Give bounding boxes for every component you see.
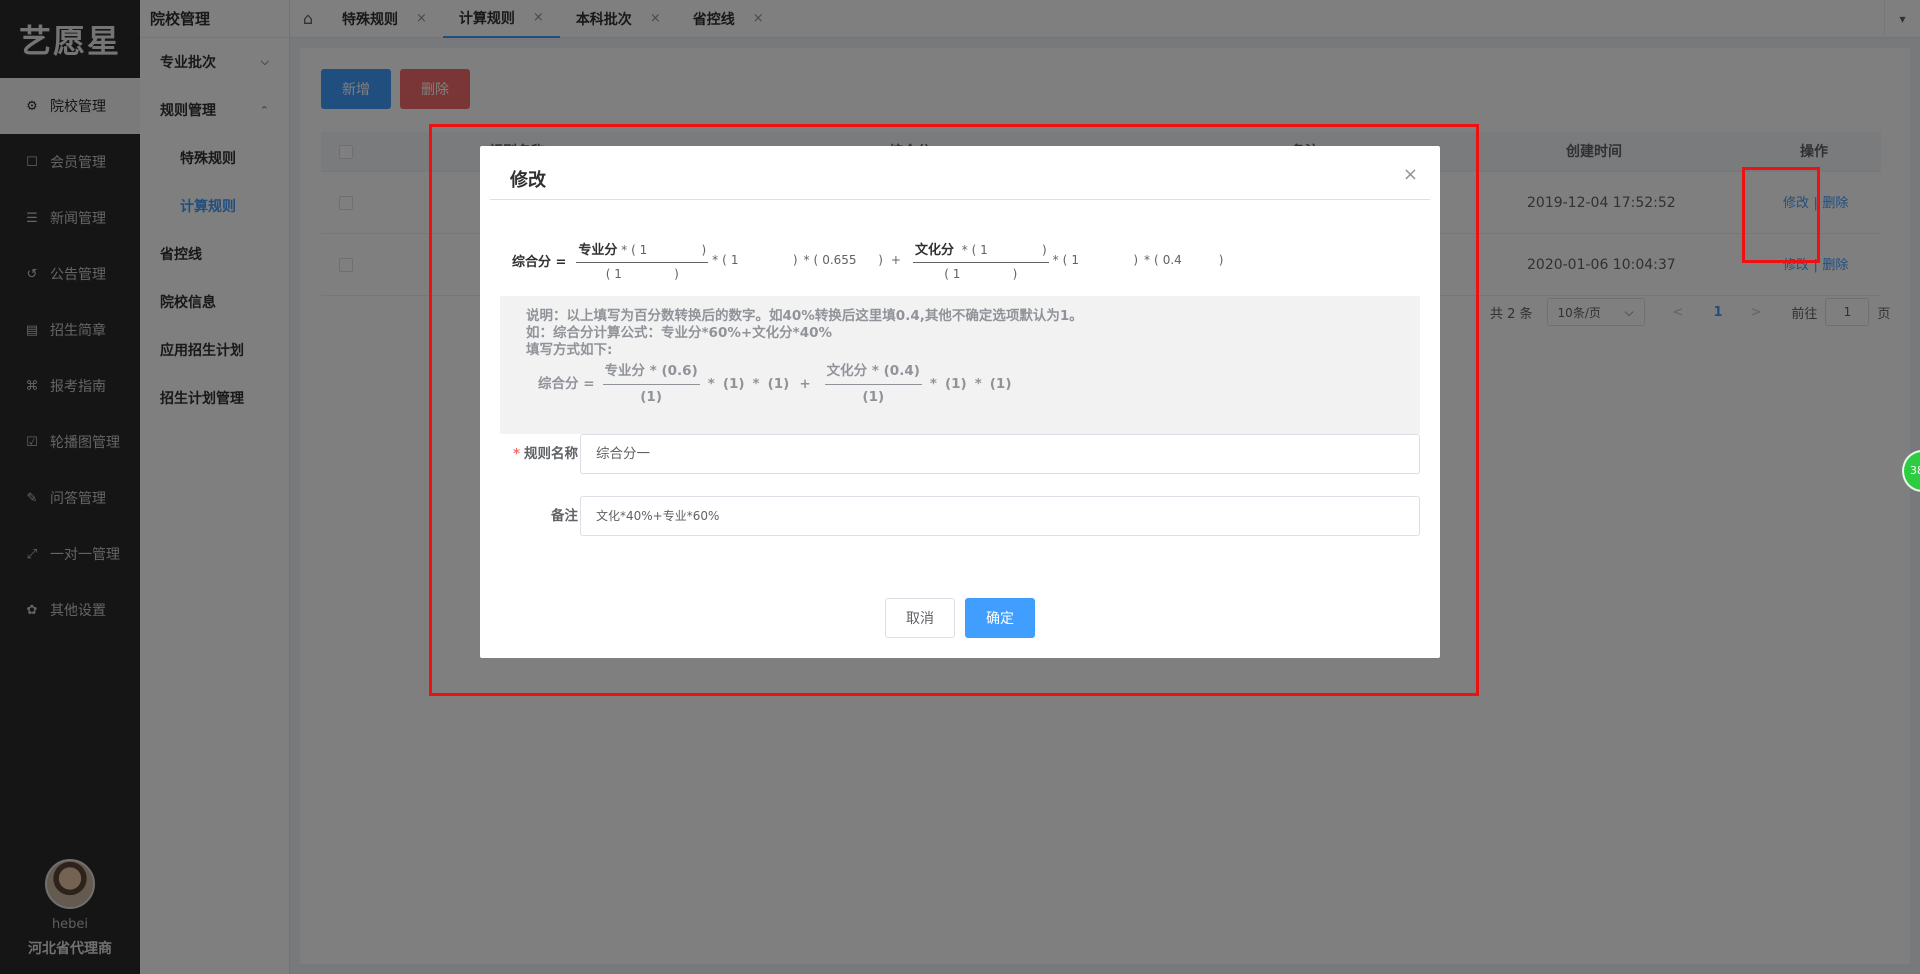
tip-line: 如：综合分计算公式：专业分*60%+文化分*40% [526,325,833,341]
rule-name-label: * 规则名称 [512,446,578,462]
major-coef-input[interactable]: 1 [731,253,793,267]
major-denominator-input[interactable]: 1 [614,267,670,281]
edit-dialog: 修改 × 综合分 = 专业分 * ( 1 ) ( 1 ) * ( 1 ) * (… [480,146,1440,658]
culture-numerator-input[interactable]: 1 [980,243,1038,257]
formula-editor: 综合分 = 专业分 * ( 1 ) ( 1 ) * ( 1 ) * ( 0.65… [512,230,1223,290]
tip-line: 说明：以上填写为百分数转换后的数字。如40%转换后这里填0.4,其他不确定选项默… [526,308,1083,324]
confirm-button[interactable]: 确定 [965,598,1035,638]
annotation-box-actions [1742,167,1820,263]
rule-name-input[interactable]: 综合分一 [580,434,1420,474]
dialog-title: 修改 [510,170,546,191]
culture-denominator-input[interactable]: 1 [953,267,1009,281]
rule-name-row: * 规则名称 综合分一 [500,434,1420,474]
close-icon[interactable]: × [1403,164,1418,185]
cancel-button[interactable]: 取消 [885,598,955,638]
culture-coef-input[interactable]: 1 [1071,253,1133,267]
required-mark: * [512,446,520,462]
instruction-panel: 说明：以上填写为百分数转换后的数字。如40%转换后这里填0.4,其他不确定选项默… [500,296,1420,434]
tip-line: 填写方式如下: [526,342,613,358]
divider [490,199,1430,200]
culture-weight-input[interactable]: 0.4 [1163,253,1219,267]
remark-row: 备注 文化*40%+专业*60% [500,496,1420,536]
culture-fraction: 文化分 * ( 1 ) ( 1 ) [912,239,1049,281]
formula-label: 综合分 = [512,254,567,270]
example-formula: 综合分 = 专业分 * (0.6) (1) * (1) * (1) + 文化分 … [538,363,1012,405]
remark-input[interactable]: 文化*40%+专业*60% [580,496,1420,536]
major-numerator-input[interactable]: 1 [640,243,698,257]
major-fraction: 专业分 * ( 1 ) ( 1 ) [576,239,709,281]
culture-label: 文化分 [914,243,954,258]
major-weight-input[interactable]: 0.655 [822,253,878,267]
major-label: 专业分 [578,243,618,258]
remark-label: 备注 [551,508,578,524]
